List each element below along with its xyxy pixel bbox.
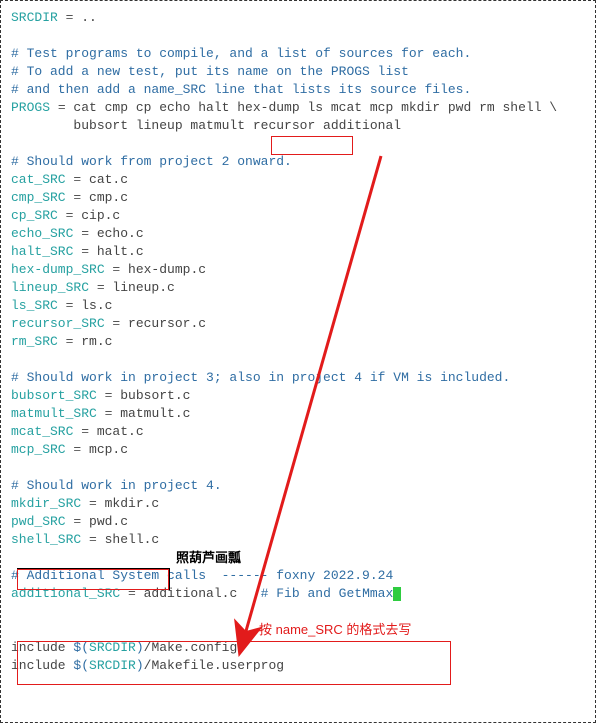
assignment-line: rm_SRC = rm.c (11, 333, 585, 351)
text-cursor (393, 587, 401, 601)
var-name: bubsort_SRC (11, 388, 97, 403)
assignment-line: recursor_SRC = recursor.c (11, 315, 585, 333)
comment-line: # To add a new test, put its name on the… (11, 63, 585, 81)
srcdir-line: SRCDIR = .. (11, 9, 585, 27)
var-value: rm.c (81, 334, 112, 349)
var-value: mcp.c (89, 442, 128, 457)
var-name: hex-dump_SRC (11, 262, 105, 277)
var-value: lineup.c (112, 280, 174, 295)
var-name: lineup_SRC (11, 280, 89, 295)
comment-line: # Should work in project 3; also in proj… (11, 369, 585, 387)
srcdir-var: SRCDIR (11, 10, 58, 25)
include-line: include $(SRCDIR)/Make.config (11, 639, 585, 657)
var-value: cip.c (81, 208, 120, 223)
additional-line: additional_SRC = additional.c # Fib and … (11, 585, 585, 603)
assignment-line: cmp_SRC = cmp.c (11, 189, 585, 207)
annotation-black: 照葫芦画瓢 (176, 549, 241, 567)
var-name: cmp_SRC (11, 190, 66, 205)
var-name: matmult_SRC (11, 406, 97, 421)
var-value: shell.c (105, 532, 160, 547)
assignment-line: cp_SRC = cip.c (11, 207, 585, 225)
var-name: cat_SRC (11, 172, 66, 187)
var-name: pwd_SRC (11, 514, 66, 529)
progs-line2: bubsort lineup matmult recursor addition… (11, 117, 585, 135)
var-value: pwd.c (89, 514, 128, 529)
assignment-line: ls_SRC = ls.c (11, 297, 585, 315)
comment-line: # Should work from project 2 onward. (11, 153, 585, 171)
assignment-line: mcp_SRC = mcp.c (11, 441, 585, 459)
assignment-line: matmult_SRC = matmult.c (11, 405, 585, 423)
assignment-line: halt_SRC = halt.c (11, 243, 585, 261)
assignment-line: pwd_SRC = pwd.c (11, 513, 585, 531)
var-name: rm_SRC (11, 334, 58, 349)
var-value: cmp.c (89, 190, 128, 205)
var-name: mcat_SRC (11, 424, 73, 439)
code-panel: SRCDIR = .. # Test programs to compile, … (0, 0, 596, 723)
var-value: hex-dump.c (128, 262, 206, 277)
include-line: include $(SRCDIR)/Makefile.userprog (11, 657, 585, 675)
comment-line: # and then add a name_SRC line that list… (11, 81, 585, 99)
var-value: matmult.c (120, 406, 190, 421)
assignment-line: hex-dump_SRC = hex-dump.c (11, 261, 585, 279)
assignment-line: mkdir_SRC = mkdir.c (11, 495, 585, 513)
var-value: recursor.c (128, 316, 206, 331)
assignment-line: cat_SRC = cat.c (11, 171, 585, 189)
comment-line: # Should work in project 4. (11, 477, 585, 495)
var-value: mcat.c (97, 424, 144, 439)
var-name: mkdir_SRC (11, 496, 81, 511)
var-name: cp_SRC (11, 208, 58, 223)
comment-additional: # Additional System calls ------ foxny 2… (11, 567, 585, 585)
comment-line: # Test programs to compile, and a list o… (11, 45, 585, 63)
var-value: echo.c (97, 226, 144, 241)
progs-line1: PROGS = cat cmp cp echo halt hex-dump ls… (11, 99, 585, 117)
var-name: recursor_SRC (11, 316, 105, 331)
var-name: mcp_SRC (11, 442, 66, 457)
var-name: shell_SRC (11, 532, 81, 547)
assignment-line: lineup_SRC = lineup.c (11, 279, 585, 297)
var-value: halt.c (97, 244, 144, 259)
var-value: ls.c (81, 298, 112, 313)
var-value: bubsort.c (120, 388, 190, 403)
var-value: mkdir.c (105, 496, 160, 511)
var-value: cat.c (89, 172, 128, 187)
assignment-line: mcat_SRC = mcat.c (11, 423, 585, 441)
var-name: halt_SRC (11, 244, 73, 259)
var-name: echo_SRC (11, 226, 73, 241)
assignment-line: bubsort_SRC = bubsort.c (11, 387, 585, 405)
assignment-line: echo_SRC = echo.c (11, 225, 585, 243)
var-name: ls_SRC (11, 298, 58, 313)
assignment-line: shell_SRC = shell.c (11, 531, 585, 549)
annotation-red: 按 name_SRC 的格式去写 (259, 621, 411, 639)
